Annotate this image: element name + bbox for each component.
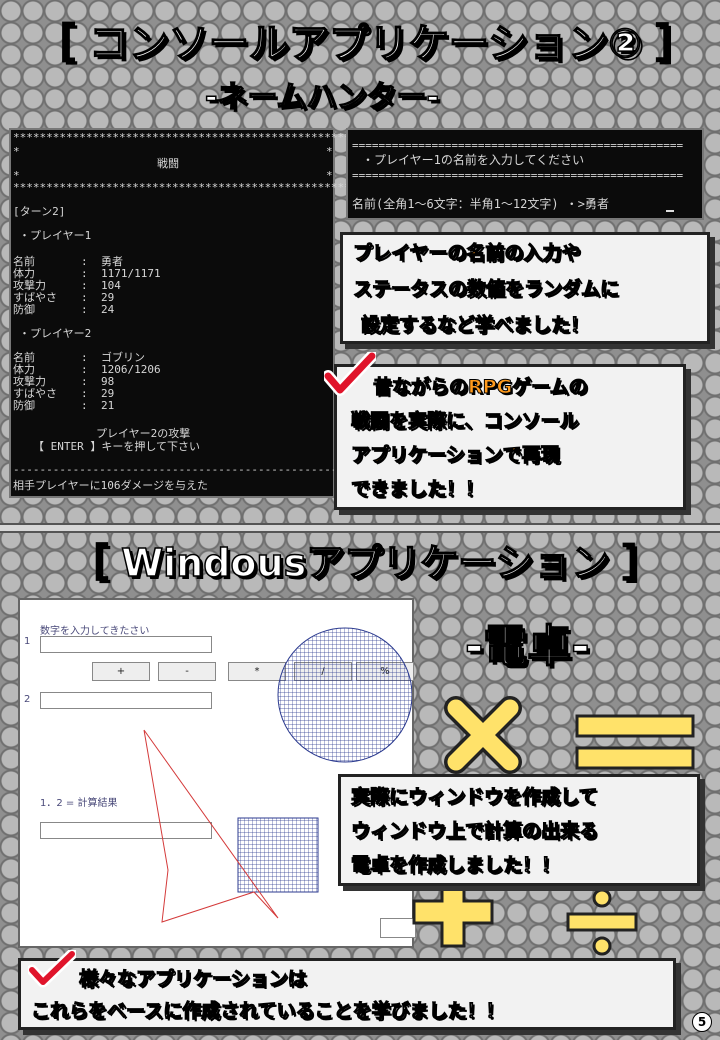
stat-value: 21 (101, 399, 115, 412)
callout-text: コンソール (483, 410, 579, 433)
console-stars-top: ****************************************… (13, 131, 364, 144)
callout-text: を (503, 786, 523, 809)
turn-label: [ターン2] (13, 205, 66, 218)
callout-text: 作成 (182, 1000, 221, 1023)
name-prompt: ・プレイヤー1の名前を入力してください (362, 153, 585, 167)
callout-name-input: プレイヤーの名前の入力や ステータスの数値をランダムに 設定するなど学べました！ (340, 232, 710, 344)
callout-text: に (163, 1000, 183, 1023)
grid-square (237, 817, 319, 893)
callout-text: して (560, 786, 598, 809)
grid-circle (277, 627, 412, 763)
check-icon (324, 352, 376, 396)
callout-text: を (389, 854, 409, 877)
battle-heading: 戦闘 (157, 157, 179, 170)
check-icon (28, 950, 76, 988)
callout-text: に (600, 278, 620, 301)
callout-text: しました！！ (446, 854, 561, 877)
plus-symbol-icon (412, 876, 494, 948)
stat-colon: : : : : : (81, 255, 88, 316)
console-stars-bottom: ****************************************… (13, 181, 364, 194)
callout-text: ウィンドウ (408, 786, 504, 809)
callout-text: ベース (107, 1000, 164, 1023)
stat-key: 防御 (13, 303, 35, 316)
callout-text: 昔ながらの (372, 376, 469, 399)
section1-subtitle: -ネームハンター- (204, 79, 440, 116)
p1-header: ・プレイヤー1 (19, 229, 92, 242)
callout-text: アプリケーションで再現 (351, 443, 561, 467)
battle-console: ****************************************… (9, 128, 364, 498)
cursor (666, 210, 674, 212)
stat-key: 防御 (13, 399, 35, 412)
divide-symbol-icon (566, 888, 638, 956)
callout-text: ステータスの数値をランダム (352, 278, 601, 301)
console-dashes: ----------------------------------------… (13, 463, 364, 476)
console-rule: ========================================… (352, 169, 684, 182)
callout-text: 設定するなど学べました！ (360, 314, 590, 337)
callout-text: これらを (30, 1000, 108, 1023)
stat-value: 24 (101, 303, 115, 316)
name-input-line: 名前(全角1〜6文字：半角1〜12文字) ・>勇者 (352, 197, 610, 211)
callout-text: 実際に (350, 786, 409, 809)
callout-rpg-battle: 昔ながらのRPGゲームの 戦闘を実際に、コンソール アプリケーションで再現 でき… (334, 364, 686, 510)
callout-text: できました！！ (350, 478, 485, 501)
callout-text: ウィンドウ上で計算の出来る (350, 820, 599, 843)
enter-message: 【 ENTER 】キーを押して下さい (33, 440, 201, 453)
drawing-canvas (143, 627, 412, 923)
multiply-symbol-icon (444, 696, 522, 774)
callout-text: や (561, 242, 581, 265)
section1-title: ［ コンソールアプリケーション② ］ (34, 20, 696, 68)
callout-text: 電卓 (350, 854, 390, 877)
name-input-console: ========================================… (346, 128, 704, 220)
callout-calculator: 実際にウィンドウを作成して ウィンドウ上で計算の出来る 電卓を作成しました！！ (338, 774, 700, 886)
callout-text: 様々なアプリケーションは (79, 968, 308, 991)
section-divider (0, 523, 720, 533)
calculator-window: 数字を入力してきたさい 1 + - * / % 2 1．2 = 計算結果 (18, 598, 416, 948)
callout-text: の (568, 376, 588, 399)
console-edge: * (13, 145, 20, 158)
console-rule: ========================================… (352, 139, 684, 152)
callout-text: RPGゲーム (468, 376, 570, 399)
callout-text: プレイヤーの名前の入力 (352, 242, 562, 265)
damage-message: 相手プレイヤーに106ダメージを与えた (13, 479, 208, 492)
callout-text: 作成 (522, 786, 561, 809)
callout-summary: 様々なアプリケーションは これらをベースに作成されていることを学びました！！ (18, 958, 676, 1030)
section2-subtitle: -電卓- (464, 620, 590, 673)
attack-message: プレイヤー2の攻撃 (96, 427, 191, 440)
console-edge: * (326, 145, 333, 158)
callout-text: 戦闘を実際に、 (350, 410, 484, 433)
callout-text: されていることを学びました！！ (220, 1000, 505, 1023)
section2-title: ［ Windousアプリケーション ］ (69, 540, 661, 586)
page-number: 5 (692, 1012, 712, 1032)
equals-symbol-icon (575, 714, 695, 770)
p2-header: ・プレイヤー2 (19, 327, 92, 340)
callout-text: 作成 (408, 854, 447, 877)
stat-colon: : : : : : (81, 351, 88, 412)
callout-text: アプリケーションで再現 (351, 444, 561, 467)
